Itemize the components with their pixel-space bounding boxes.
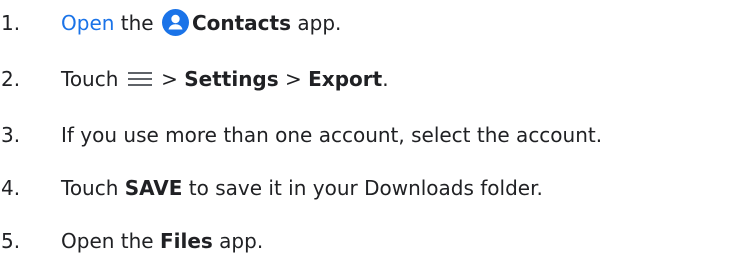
menu-icon bbox=[127, 60, 152, 86]
step-text-fragment: Touch bbox=[61, 67, 125, 91]
contacts-label: Contacts bbox=[191, 11, 292, 35]
step-text: Touch > Settings > Export. bbox=[61, 59, 389, 99]
step-1: 1. Open the Contacts app. bbox=[0, 3, 730, 43]
step-text-fragment: to save it in your Downloads folder. bbox=[182, 176, 543, 200]
step-text-fragment: > bbox=[154, 67, 185, 91]
settings-label: Settings bbox=[184, 67, 279, 91]
step-text-fragment: the bbox=[114, 11, 160, 35]
step-number: 1. bbox=[1, 11, 21, 35]
export-label: Export bbox=[308, 67, 383, 91]
step-text-fragment: app. bbox=[291, 11, 342, 35]
step-3: 3. If you use more than one account, sel… bbox=[0, 115, 730, 155]
step-text-fragment: Touch bbox=[61, 176, 125, 200]
step-number: 3. bbox=[1, 123, 21, 147]
step-2: 2. Touch > Settings > Export. bbox=[0, 59, 730, 99]
step-number: 5. bbox=[1, 229, 21, 253]
step-4: 4. Touch SAVE to save it in your Downloa… bbox=[0, 168, 730, 208]
step-5: 5. Open the Files app. bbox=[0, 221, 730, 261]
open-link[interactable]: Open bbox=[61, 11, 114, 35]
step-number: 2. bbox=[1, 67, 21, 91]
step-text-fragment: Open the bbox=[61, 229, 160, 253]
step-text-fragment: If you use more than one account, select… bbox=[61, 123, 603, 147]
instruction-steps-list: 1. Open the Contacts app. 2. Touch > Set… bbox=[0, 0, 730, 273]
step-text: If you use more than one account, select… bbox=[61, 115, 602, 155]
files-label: Files bbox=[159, 229, 213, 253]
save-label: SAVE bbox=[124, 176, 183, 200]
step-number: 4. bbox=[1, 176, 21, 200]
step-text: Open the Files app. bbox=[61, 221, 263, 261]
step-text: Open the Contacts app. bbox=[61, 3, 341, 43]
step-text-fragment: app. bbox=[212, 229, 264, 253]
contacts-app-icon bbox=[161, 9, 189, 36]
step-text-fragment: > bbox=[278, 67, 309, 91]
step-text-fragment: . bbox=[382, 67, 389, 91]
step-text: Touch SAVE to save it in your Downloads … bbox=[61, 168, 543, 208]
